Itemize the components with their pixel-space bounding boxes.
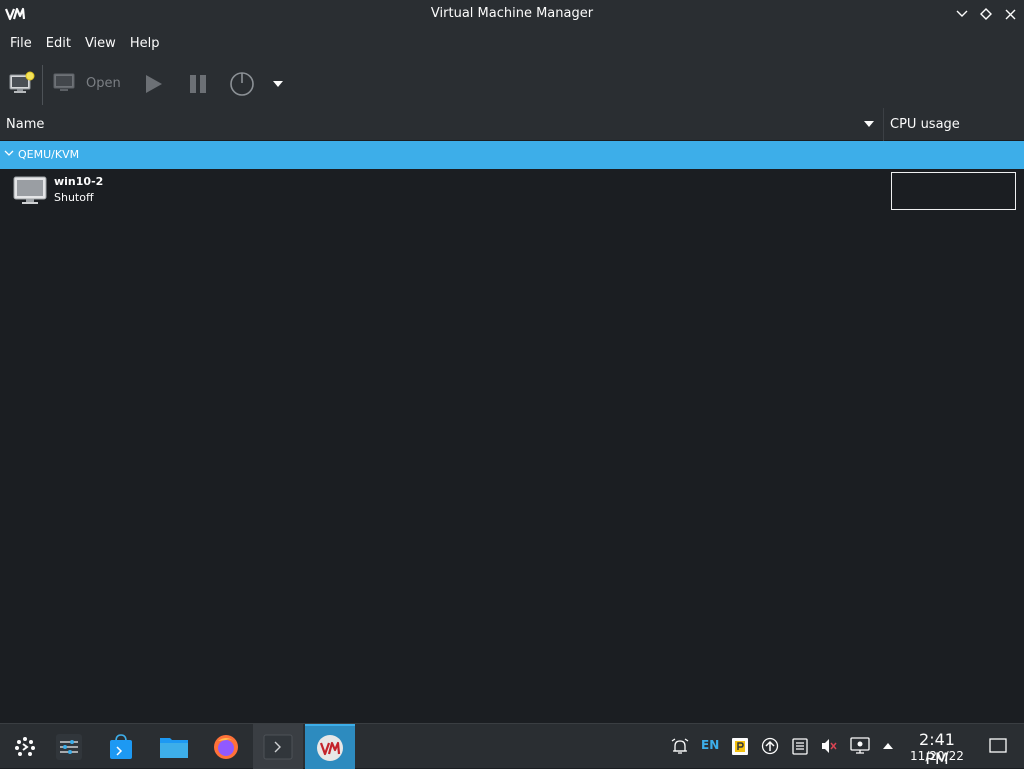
toolbar: Open (0, 59, 1024, 108)
expand-chevron-icon[interactable] (4, 150, 14, 157)
task-firefox[interactable] (201, 724, 251, 769)
power-icon (230, 72, 254, 96)
task-dolphin[interactable] (149, 724, 199, 769)
steamos-launcher-icon (15, 736, 35, 756)
cpu-usage-column-header[interactable]: CPU usage (890, 117, 960, 132)
chevron-down-icon (956, 10, 968, 17)
menu-view[interactable]: View (78, 29, 123, 59)
pause-icon (190, 75, 206, 93)
play-icon (146, 75, 162, 93)
menu-file[interactable]: File (3, 29, 39, 59)
connection-label: QEMU/KVM (18, 148, 80, 161)
maximize-button[interactable] (978, 6, 994, 22)
name-column-header[interactable]: Name (6, 117, 44, 132)
display-icon (850, 737, 870, 754)
close-icon (1005, 9, 1015, 19)
task-system-settings[interactable] (44, 724, 94, 769)
show-desktop-icon (989, 738, 1007, 753)
new-vm-icon (9, 71, 35, 93)
tray-clipboard-history[interactable] (790, 736, 810, 756)
pause-button[interactable] (185, 71, 211, 97)
shutdown-button[interactable] (228, 70, 256, 98)
keyboard-layout-indicator[interactable]: EN (701, 738, 719, 752)
tray-expander[interactable] (879, 736, 897, 756)
tray-notifications[interactable] (670, 736, 690, 756)
task-discover[interactable] (96, 724, 146, 769)
open-console-button[interactable] (52, 72, 78, 94)
connection-row[interactable]: QEMU/KVM (0, 141, 1024, 169)
folder-icon (160, 737, 188, 758)
open-label[interactable]: Open (86, 76, 121, 91)
application-launcher[interactable] (0, 724, 50, 769)
menu-help[interactable]: Help (123, 29, 167, 59)
volume-muted-icon (822, 739, 837, 753)
caret-down-icon (273, 81, 283, 87)
vm-name: win10-2 (54, 175, 104, 188)
sort-indicator-icon[interactable] (863, 120, 875, 128)
vm-monitor-icon (13, 176, 47, 204)
tray-clipboard[interactable] (730, 736, 750, 756)
tray-updates[interactable] (760, 736, 780, 756)
update-icon (761, 737, 779, 755)
toolbar-separator (42, 65, 43, 105)
column-separator[interactable] (883, 108, 884, 141)
run-button[interactable] (140, 71, 166, 97)
menu-edit[interactable]: Edit (39, 29, 78, 59)
settings-sliders-icon (56, 733, 82, 760)
tray-display[interactable] (849, 736, 871, 756)
window-title: Virtual Machine Manager (430, 6, 594, 21)
column-header: Name CPU usage (0, 108, 1024, 141)
vm-status: Shutoff (54, 191, 94, 204)
firefox-icon (214, 734, 238, 759)
virt-manager-app-icon (317, 734, 343, 761)
cpu-usage-graph (891, 172, 1016, 210)
close-button[interactable] (1002, 6, 1018, 22)
task-virt-manager[interactable] (305, 724, 355, 769)
notes-icon (792, 738, 808, 755)
alarm-icon (671, 738, 689, 754)
clock-date[interactable]: 11/20/22 (906, 749, 968, 763)
tray-volume[interactable] (819, 736, 839, 756)
menu-bar: File Edit View Help (0, 29, 1024, 59)
title-bar: Virtual Machine Manager (0, 0, 1024, 29)
new-vm-button[interactable] (8, 71, 36, 95)
task-konsole[interactable] (253, 724, 303, 769)
terminal-icon (263, 734, 293, 759)
diamond-icon (980, 8, 992, 20)
taskbar: EN 2:41 PM 11/20/22 (0, 723, 1024, 769)
minimize-button[interactable] (954, 6, 970, 22)
discover-bag-icon (110, 733, 132, 759)
clipboard-icon (732, 738, 748, 755)
shutdown-menu-dropdown[interactable] (270, 77, 286, 91)
caret-up-icon (883, 743, 893, 749)
monitor-icon (53, 73, 75, 91)
show-desktop-button[interactable] (987, 736, 1009, 756)
vm-row[interactable]: win10-2 Shutoff (0, 169, 1024, 213)
